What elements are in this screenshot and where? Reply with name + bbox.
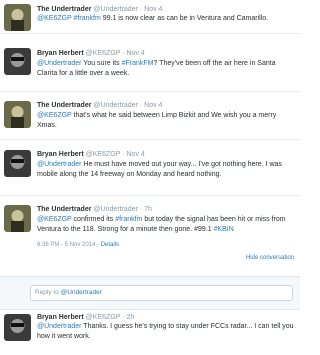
tweet-date: 6:38 PM - 5 Nov 2014 <box>37 242 96 248</box>
author-handle[interactable]: @KE6ZGP <box>86 151 121 158</box>
tweet[interactable]: The Undertrader @Undertrader · Nov 4 @KE… <box>0 92 300 140</box>
bryan-avatar-icon <box>4 150 31 177</box>
text-segment: confirmed its <box>71 216 116 223</box>
author-name[interactable]: The Undertrader <box>37 102 91 109</box>
avatar[interactable] <box>4 48 31 75</box>
tweet-header: Bryan Herbert @KE6ZGP · Nov 4 <box>37 150 145 159</box>
tweet-time[interactable]: Nov 4 <box>127 151 145 158</box>
tweet-header: The Undertrader @Undertrader · Nov 4 <box>37 5 162 14</box>
author-name[interactable]: The Undertrader <box>37 6 91 13</box>
mention-link[interactable]: @Undertrader <box>37 323 81 330</box>
author-name[interactable]: Bryan Herbert <box>37 151 84 158</box>
separator-dot: · <box>139 206 143 213</box>
tweet-header: Bryan Herbert @KE6ZGP · Nov 4 <box>37 49 145 58</box>
tweet-text: @KE6ZGP confirmed its #frankfm but today… <box>37 215 295 234</box>
separator-dot: · <box>122 314 125 321</box>
mention-link[interactable]: @Undertrader <box>37 161 81 168</box>
text-segment: You sure its <box>81 60 122 67</box>
undertrader-avatar-icon <box>4 101 31 128</box>
avatar[interactable] <box>4 205 31 232</box>
avatar[interactable] <box>4 150 31 177</box>
tweet[interactable]: The Undertrader @Undertrader · Nov 4 @KE… <box>0 0 300 34</box>
mention-link[interactable]: @KE6ZGP <box>37 216 72 223</box>
tweet-meta: 6:38 PM - 5 Nov 2014 · Details <box>37 242 119 248</box>
text-segment: 99.1 is now clear as can be in Ventura a… <box>100 15 269 22</box>
author-handle[interactable]: @KE6ZGP <box>86 50 121 57</box>
reply-handle: @Undertrader <box>60 289 102 296</box>
avatar[interactable] <box>4 101 31 128</box>
hashtag-link[interactable]: #FrankFM <box>122 60 154 67</box>
tweet[interactable]: Bryan Herbert @KE6ZGP · Nov 4 @Undertrad… <box>0 40 300 92</box>
author-handle[interactable]: @Undertrader <box>93 102 137 109</box>
author-name[interactable]: Bryan Herbert <box>37 50 84 57</box>
tweet-time[interactable]: Nov 4 <box>144 102 162 109</box>
text-segment: that's what he said between Limp Bizkit … <box>37 112 277 129</box>
author-name[interactable]: The Undertrader <box>37 206 91 213</box>
tweet[interactable]: Bryan Herbert @KE6ZGP · Nov 4 @Undertrad… <box>0 140 300 196</box>
separator-dot: · <box>122 151 125 158</box>
hide-conversation-link[interactable]: Hide conversation <box>246 255 294 261</box>
tweet-expanded[interactable]: The Undertrader @Undertrader · 7h @KE6ZG… <box>0 196 300 270</box>
tweet-header: The Undertrader @Undertrader · 7h <box>37 205 152 214</box>
bryan-avatar-icon <box>4 48 31 75</box>
tweet-header: Bryan Herbert @KE6ZGP · 2h <box>37 313 134 322</box>
bryan-avatar-icon <box>4 314 31 341</box>
author-handle[interactable]: @KE6ZGP <box>86 314 121 321</box>
reply-box: Reply to @Undertrader <box>0 276 300 310</box>
hashtag-link[interactable]: #frankfm <box>115 216 142 223</box>
tweet-text: @Undertrader Thanks. I guess he's trying… <box>37 322 295 341</box>
tweet-text: @KE6ZGP #frankfm 99.1 is now clear as ca… <box>37 14 295 24</box>
reply-input[interactable]: Reply to @Undertrader <box>30 285 293 301</box>
avatar[interactable] <box>4 4 31 31</box>
tweet-time[interactable]: 7h <box>144 206 152 213</box>
tweet[interactable]: Bryan Herbert @KE6ZGP · 2h @Undertrader … <box>0 310 300 355</box>
author-handle[interactable]: @Undertrader <box>93 6 137 13</box>
separator-dot: · <box>139 6 143 13</box>
author-name[interactable]: Bryan Herbert <box>37 314 84 321</box>
tweet-time[interactable]: Nov 4 <box>127 50 145 57</box>
separator-dot: · <box>122 50 125 57</box>
tweet-text: @KE6ZGP that's what he said between Limp… <box>37 111 295 130</box>
mention-link[interactable]: @Undertrader <box>37 60 81 67</box>
reply-prefix: Reply to <box>35 289 61 296</box>
author-handle[interactable]: @Undertrader <box>93 206 137 213</box>
mention-link[interactable]: @KE6ZGP <box>37 112 72 119</box>
undertrader-avatar-icon <box>4 205 31 232</box>
undertrader-avatar-icon <box>4 4 31 31</box>
mention-link[interactable]: @KE6ZGP #frankfm <box>37 15 101 22</box>
tweet-time[interactable]: 2h <box>127 314 135 321</box>
tweet-text: @Undertrader You sure its #FrankFM? They… <box>37 59 295 78</box>
tweet-text: @Undertrader He must have moved out your… <box>37 160 295 179</box>
avatar[interactable] <box>4 314 31 341</box>
tweet-time[interactable]: Nov 4 <box>144 6 162 13</box>
separator-dot: · <box>139 102 143 109</box>
details-link[interactable]: Details <box>101 242 119 248</box>
hashtag-link[interactable]: #KBIN <box>214 226 234 233</box>
tweet-header: The Undertrader @Undertrader · Nov 4 <box>37 101 162 110</box>
